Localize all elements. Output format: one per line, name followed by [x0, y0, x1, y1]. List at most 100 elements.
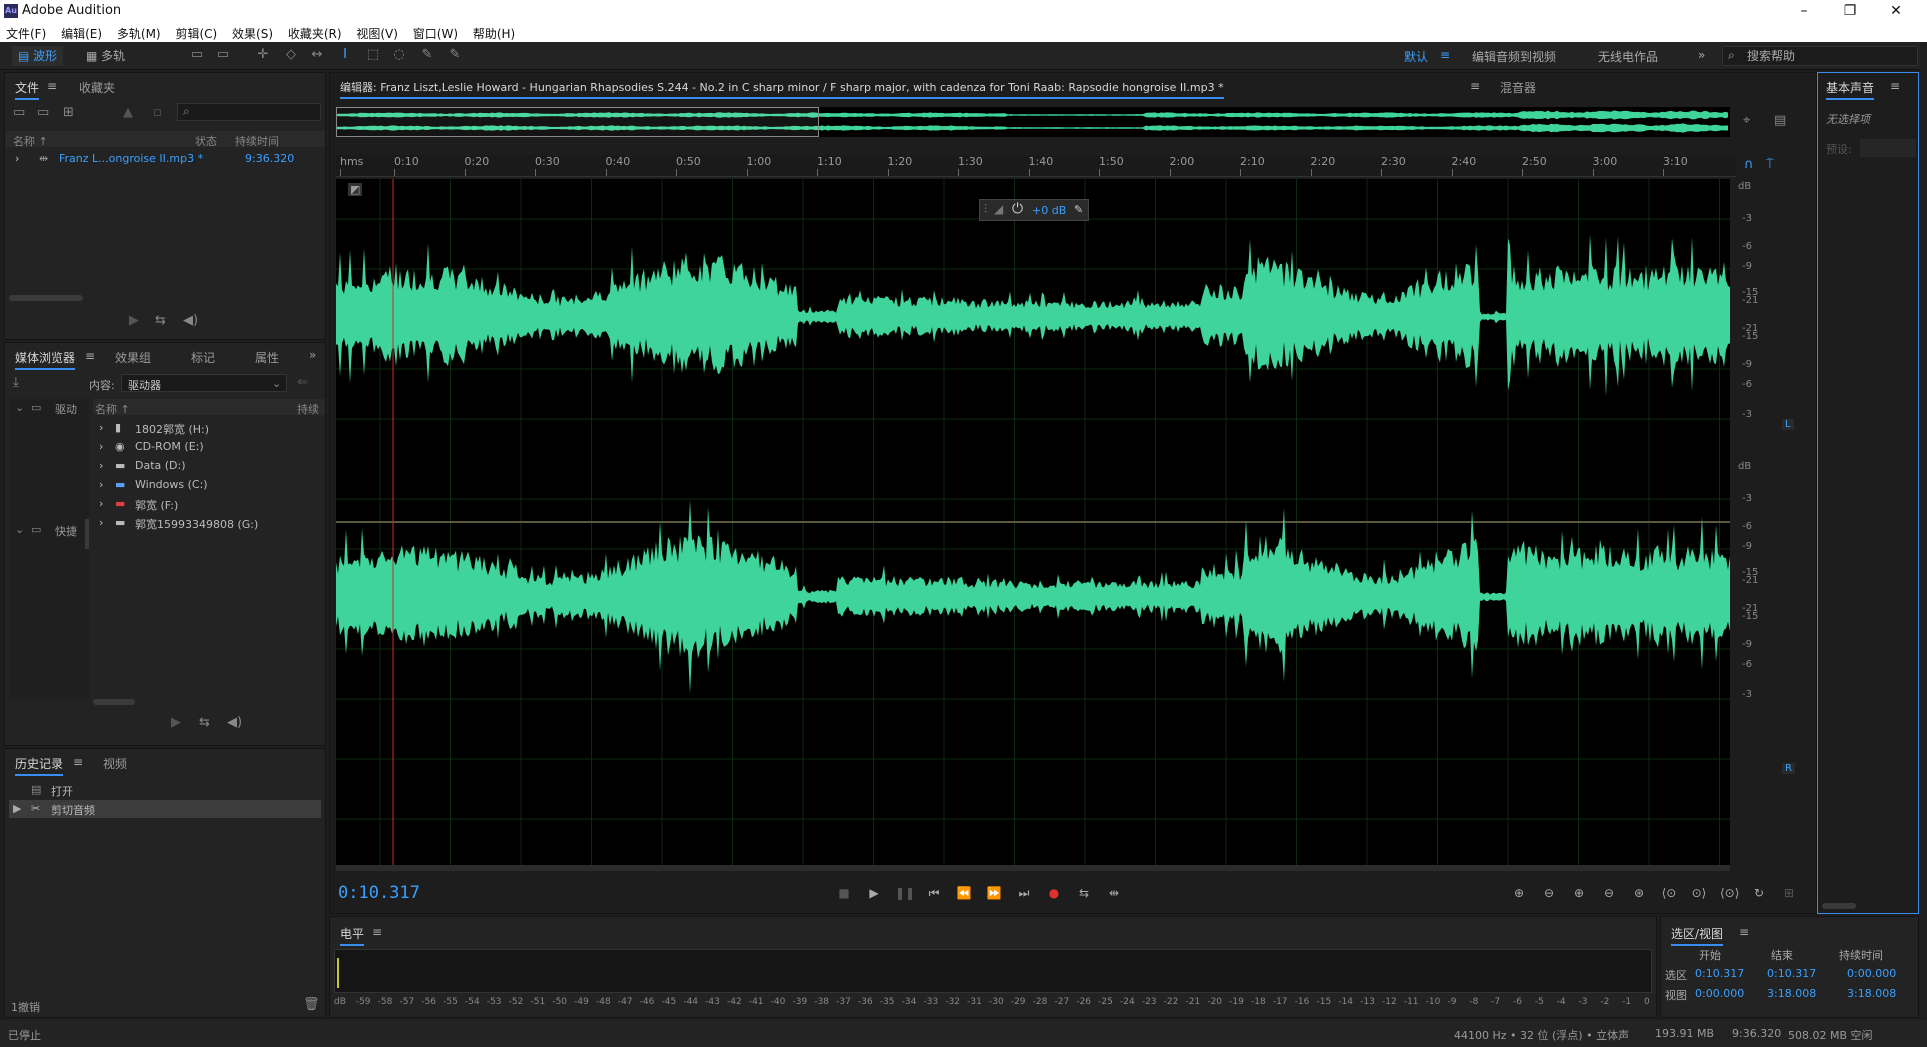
media-scrollbar[interactable]	[93, 699, 135, 705]
files-panel-menu-icon[interactable]: ≡	[47, 79, 57, 93]
marquee-tool-icon[interactable]: ⬚	[364, 47, 382, 63]
workspace-edit-audio-to-video[interactable]: 编辑音频到视频	[1472, 48, 1556, 65]
back-arrow-icon[interactable]: ⇐	[297, 375, 308, 390]
next-button[interactable]: ⏭	[1015, 885, 1033, 901]
essential-sound-menu-icon[interactable]: ≡	[1890, 79, 1900, 93]
essential-sound-title[interactable]: 基本声音	[1826, 79, 1875, 100]
column-duration[interactable]: 持续时间	[235, 133, 279, 149]
menu-help[interactable]: 帮助(H)	[467, 22, 520, 42]
delete-icon[interactable]: ▫	[153, 105, 162, 120]
panel-scrollbar[interactable]	[1822, 903, 1856, 909]
move-tool-icon[interactable]: ✛	[254, 47, 272, 63]
hud-gain-control[interactable]: ⫶ ◢ ⏻ +0 dB ✎	[979, 199, 1089, 221]
zoom-selection-icon[interactable]: ⊛	[1630, 885, 1648, 901]
menu-edit[interactable]: 编辑(E)	[55, 22, 107, 42]
history-panel-menu-icon[interactable]: ≡	[73, 755, 83, 769]
trash-icon[interactable]: 🗑	[303, 997, 320, 1012]
play-preview-icon[interactable]: ▶	[171, 715, 181, 730]
menu-effects[interactable]: 效果(S)	[226, 22, 278, 42]
loop-preview-icon[interactable]: ⇆	[155, 313, 166, 328]
healing-brush-icon[interactable]: ✎	[446, 47, 464, 63]
workspace-default[interactable]: 默认	[1404, 48, 1428, 65]
horizontal-scrollbar[interactable]	[336, 865, 1730, 871]
tab-properties[interactable]: 属性	[255, 349, 279, 366]
current-time-display[interactable]: 0:10.317	[338, 883, 420, 903]
view-duration[interactable]: 3:18.008	[1847, 987, 1896, 1000]
edit-icon[interactable]: ◩	[348, 183, 363, 196]
waveform-display[interactable]: ◩ ⫶ ◢ ⏻ +0 dB ✎	[336, 179, 1730, 865]
level-meter-title[interactable]: 电平	[340, 925, 365, 946]
close-button[interactable]: ✕	[1873, 0, 1919, 22]
level-meter-menu-icon[interactable]: ≡	[372, 925, 382, 939]
tree-drives[interactable]: 驱动	[55, 401, 77, 417]
maximize-button[interactable]: ❐	[1827, 0, 1873, 22]
zoom-in-time-icon[interactable]: ⊕	[1570, 885, 1588, 901]
editor-menu-icon[interactable]: ≡	[1470, 79, 1480, 93]
open-file-icon[interactable]: ▭	[13, 105, 25, 120]
auto-play-speaker-icon[interactable]: ◀)	[227, 715, 242, 730]
razor-tool-icon[interactable]: ◇	[282, 47, 300, 63]
fast-forward-button[interactable]: ⏩	[985, 885, 1003, 901]
zoom-reset-icon[interactable]: ↻	[1750, 885, 1768, 901]
time-selection-tool-icon[interactable]: I	[336, 47, 354, 63]
stop-button[interactable]: ■	[835, 885, 853, 901]
menu-view[interactable]: 视图(V)	[350, 22, 403, 42]
auto-play-speaker-icon[interactable]: ◀)	[183, 313, 198, 328]
skip-selection-button[interactable]: ⇹	[1105, 885, 1123, 901]
workspace-radio-production[interactable]: 无线电作品	[1598, 48, 1658, 65]
marker-pin-icon[interactable]: ⍑	[1766, 157, 1774, 172]
play-preview-icon[interactable]: ▶	[129, 313, 139, 328]
tab-video[interactable]: 视频	[103, 755, 127, 772]
list-item[interactable]: › ▬ 郭宽15993349808 (G:)	[93, 514, 323, 532]
rewind-button[interactable]: ⏪	[955, 885, 973, 901]
more-workspaces-button[interactable]: »	[1698, 48, 1705, 62]
zoom-out-amplitude-icon[interactable]: ⊖	[1540, 885, 1558, 901]
multitrack-mode-button[interactable]: ▦ 多轨	[80, 46, 131, 66]
expand-chevron-icon[interactable]: ›	[15, 152, 19, 165]
channel-left-button[interactable]: L	[1782, 419, 1794, 430]
tree-toggle-icon[interactable]: ⌄	[15, 401, 24, 414]
import-file-icon[interactable]: ▭	[37, 105, 49, 120]
zoom-out-point-icon[interactable]: ⊙⟩	[1690, 885, 1708, 901]
menu-multitrack[interactable]: 多轨(M)	[111, 22, 166, 42]
loop-button[interactable]: ⇆	[1075, 885, 1093, 901]
minimize-button[interactable]: –	[1781, 0, 1827, 22]
list-item[interactable]: › ▮ 1802郭宽 (H:)	[93, 419, 323, 437]
brush-tool-icon[interactable]: ✎	[418, 47, 436, 63]
tree-toggle-icon[interactable]: ⌄	[15, 523, 24, 536]
tab-mixer[interactable]: 混音器	[1500, 79, 1536, 96]
zoom-to-selection-icon[interactable]: ⌖	[1743, 113, 1750, 128]
list-item[interactable]: › ◉ CD-ROM (E:)	[93, 438, 323, 456]
media-browser-menu-icon[interactable]: ≡	[85, 349, 95, 363]
overview-menu-icon[interactable]: ▤	[1774, 113, 1786, 128]
selection-start[interactable]: 0:10.317	[1695, 967, 1744, 980]
time-ruler[interactable]: hms 0:10 0:20 0:30 0:40 0:50 1:00 1:10 1:20 1:30 1…	[336, 155, 1736, 177]
files-scrollbar[interactable]	[9, 295, 83, 301]
record-button[interactable]: ●	[1045, 885, 1063, 901]
selection-duration[interactable]: 0:00.000	[1847, 967, 1896, 980]
preset-select[interactable]	[1860, 139, 1916, 157]
zoom-full-icon[interactable]: ⟨⊙⟩	[1720, 885, 1739, 901]
workspace-menu-icon[interactable]: ≡	[1440, 48, 1450, 62]
files-search-input[interactable]	[177, 103, 321, 121]
menu-clip[interactable]: 剪辑(C)	[169, 22, 222, 42]
tab-files[interactable]: 文件	[15, 79, 40, 100]
channel-right-button[interactable]: R	[1782, 763, 1795, 774]
download-icon[interactable]: ⤓	[13, 375, 19, 390]
tab-history[interactable]: 历史记录	[15, 755, 64, 776]
view-start[interactable]: 0:00.000	[1695, 987, 1744, 1000]
zoom-in-point-icon[interactable]: ⟨⊙	[1660, 885, 1678, 901]
slip-tool-icon[interactable]: ↔	[308, 47, 326, 63]
insert-icon[interactable]: ▲	[123, 105, 133, 120]
selection-view-title[interactable]: 选区/视图	[1671, 925, 1724, 946]
column-name[interactable]: 名称 ↑	[95, 401, 130, 417]
view-end[interactable]: 3:18.008	[1767, 987, 1816, 1000]
file-row[interactable]: › ⇹ Franz L...ongroise II.mp3 * 9:36.320	[5, 151, 325, 167]
column-status[interactable]: 状态	[195, 133, 217, 149]
lasso-tool-icon[interactable]: ◌	[390, 47, 408, 63]
zoom-lock-icon[interactable]: ⊞	[1780, 885, 1798, 901]
previous-button[interactable]: ⏮	[925, 885, 943, 901]
selection-end[interactable]: 0:10.317	[1767, 967, 1816, 980]
more-panels-button[interactable]: »	[309, 348, 316, 362]
tab-media-browser[interactable]: 媒体浏览器	[15, 349, 76, 370]
